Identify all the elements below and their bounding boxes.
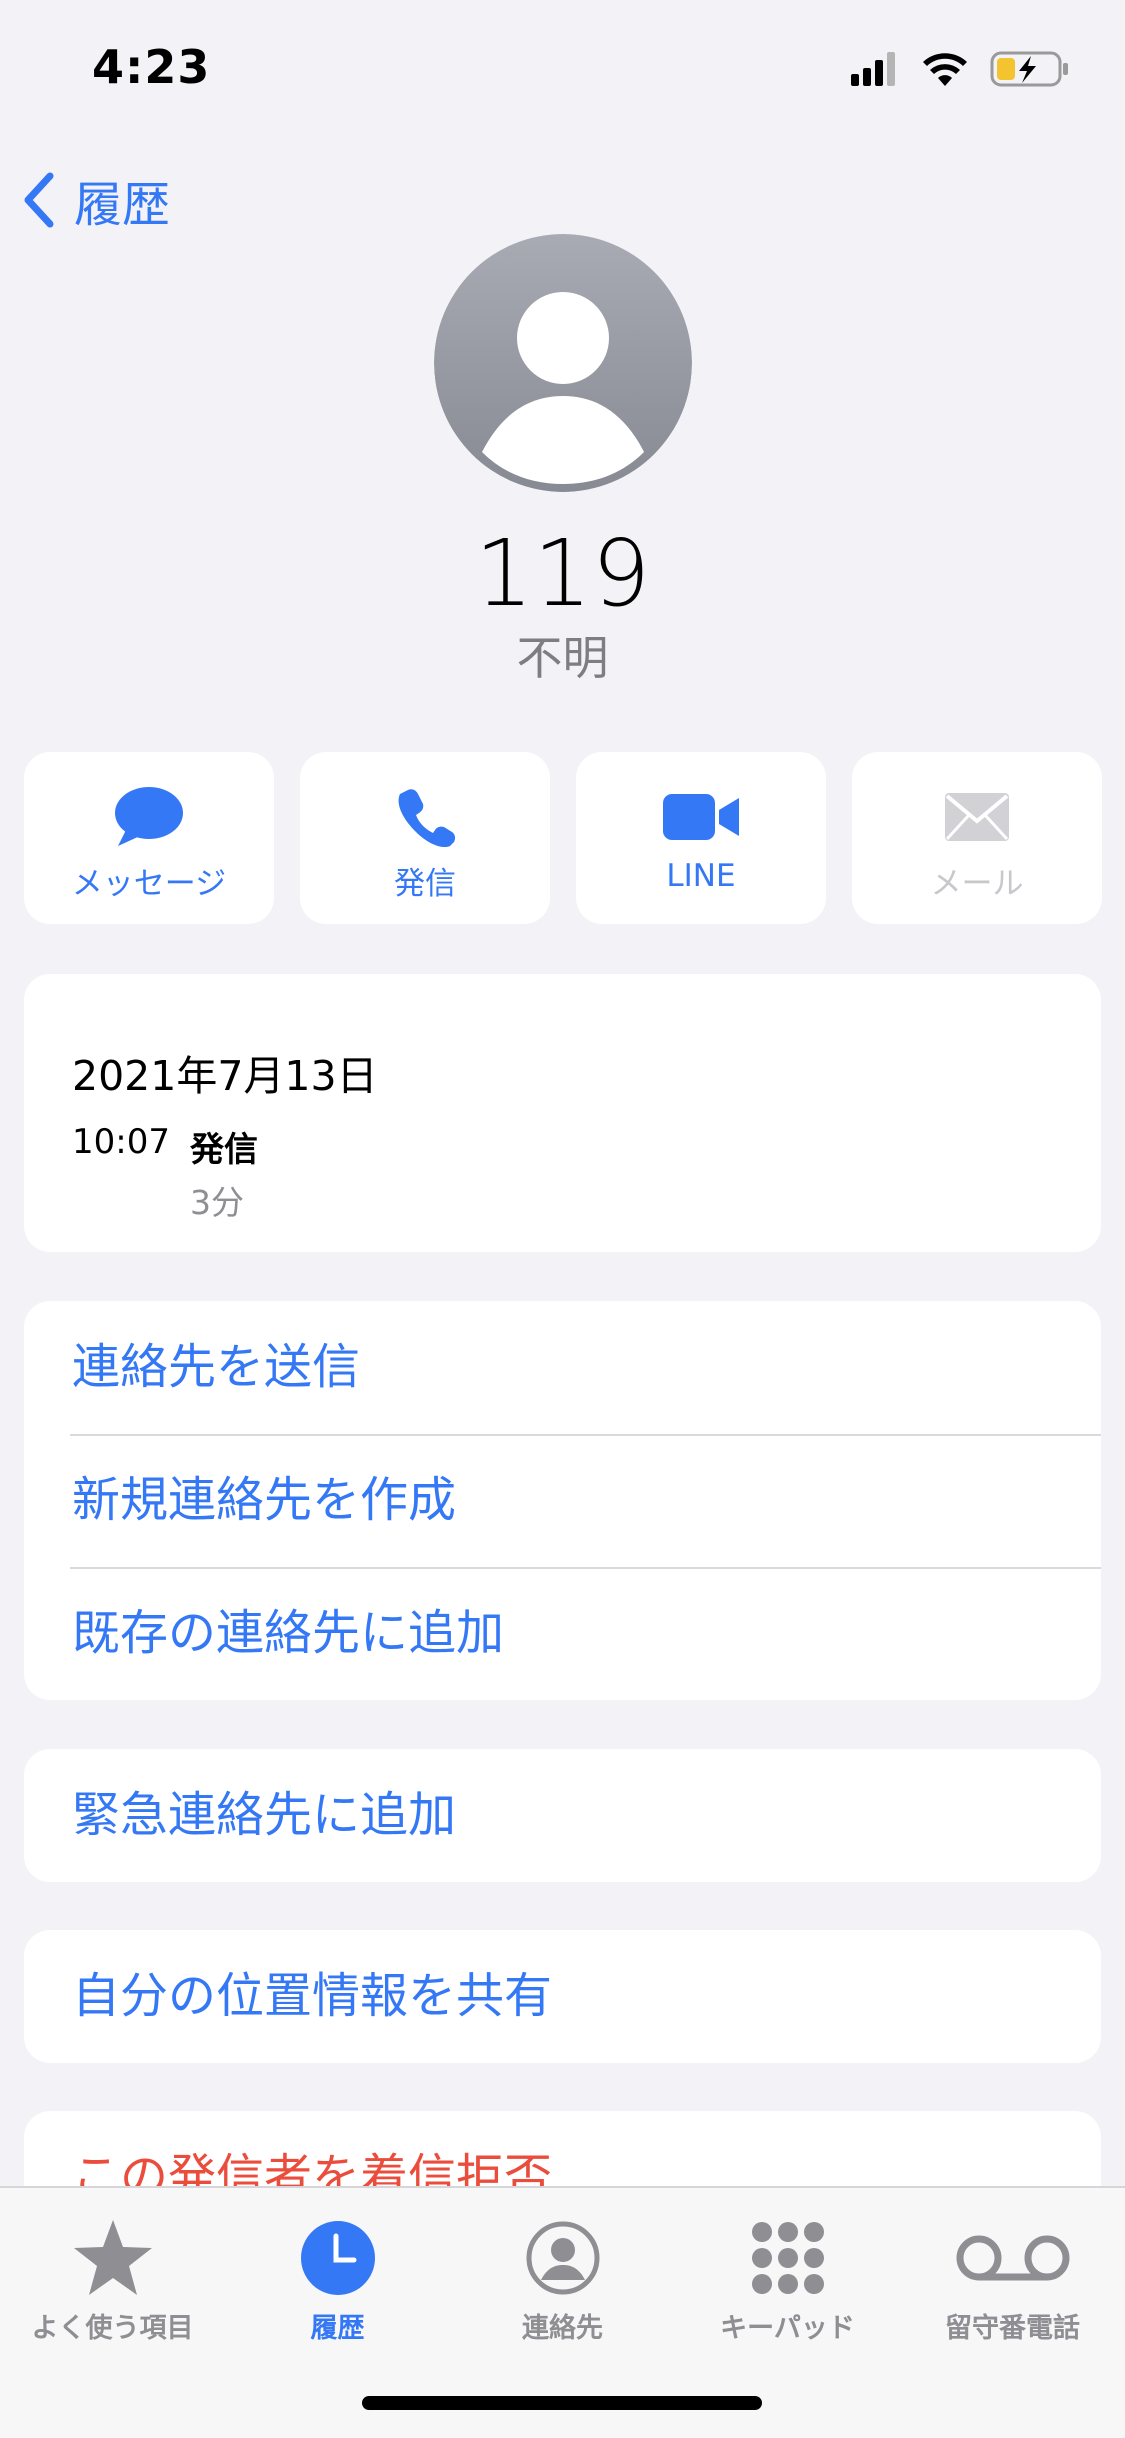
call-type: 発信 <box>190 1130 258 1170</box>
back-button[interactable]: 履歴 <box>22 160 170 240</box>
tab-contacts-label: 連絡先 <box>522 2313 603 2344</box>
contact-label: 不明 <box>516 631 609 685</box>
avatar <box>434 234 692 492</box>
line-video-button-label: LINE <box>666 858 736 894</box>
message-button[interactable]: メッセージ <box>24 752 274 924</box>
emergency-card: 緊急連絡先に追加 <box>24 1749 1101 1882</box>
tab-voicemail-label: 留守番電話 <box>945 2313 1080 2344</box>
person-circle-icon <box>526 2221 599 2295</box>
call-time: 10:07 <box>72 1122 170 1162</box>
video-icon <box>663 794 739 840</box>
back-label: 履歴 <box>74 177 171 233</box>
message-button-label: メッセージ <box>71 866 227 902</box>
tab-recents[interactable]: 履歴 <box>225 2206 450 2356</box>
clock-icon <box>300 2221 375 2295</box>
message-bubble-icon <box>115 787 183 846</box>
mail-button-label: メール <box>930 866 1024 902</box>
share-location-card: 自分の位置情報を共有 <box>24 1930 1101 2063</box>
tab-contacts[interactable]: 連絡先 <box>450 2206 675 2356</box>
create-new-contact-row[interactable]: 新規連絡先を作成 <box>24 1434 1101 1567</box>
tab-favorites[interactable]: よく使う項目 <box>0 2206 225 2356</box>
send-contact-row[interactable]: 連絡先を送信 <box>24 1301 1101 1434</box>
home-indicator <box>362 2396 762 2410</box>
person-placeholder-icon <box>434 234 692 492</box>
add-to-existing-contact-row[interactable]: 既存の連絡先に追加 <box>24 1567 1101 1700</box>
status-icons <box>851 48 1081 88</box>
tab-recents-label: 履歴 <box>310 2313 365 2344</box>
call-history-card: 2021年7月13日 10:07 発信 3分 <box>24 974 1101 1252</box>
keypad-icon <box>751 2222 824 2294</box>
contact-options-card: 連絡先を送信 新規連絡先を作成 既存の連絡先に追加 <box>24 1301 1101 1700</box>
cellular-signal-icon <box>851 52 895 86</box>
call-button-label: 発信 <box>394 866 456 902</box>
call-duration: 3分 <box>190 1183 244 1222</box>
share-location-row[interactable]: 自分の位置情報を共有 <box>24 1930 1101 2063</box>
call-button[interactable]: 発信 <box>300 752 550 924</box>
tab-favorites-label: よく使う項目 <box>31 2313 194 2344</box>
battery-charging-icon <box>990 51 1068 87</box>
mail-icon <box>945 793 1009 841</box>
chevron-left-icon <box>24 172 54 228</box>
phone-icon <box>398 789 456 848</box>
line-video-button[interactable]: LINE <box>576 752 826 924</box>
tab-keypad-label: キーパッド <box>720 2313 855 2344</box>
tab-keypad[interactable]: キーパッド <box>675 2206 900 2356</box>
add-emergency-contact-row[interactable]: 緊急連絡先に追加 <box>24 1749 1101 1882</box>
wifi-icon <box>923 53 967 86</box>
star-icon <box>73 2220 152 2295</box>
voicemail-icon <box>956 2235 1069 2281</box>
status-time: 4:23 <box>92 40 211 94</box>
contact-number: 119 <box>474 520 651 627</box>
tab-voicemail[interactable]: 留守番電話 <box>900 2206 1125 2356</box>
call-date: 2021年7月13日 <box>72 1052 378 1100</box>
mail-button[interactable]: メール <box>852 752 1102 924</box>
